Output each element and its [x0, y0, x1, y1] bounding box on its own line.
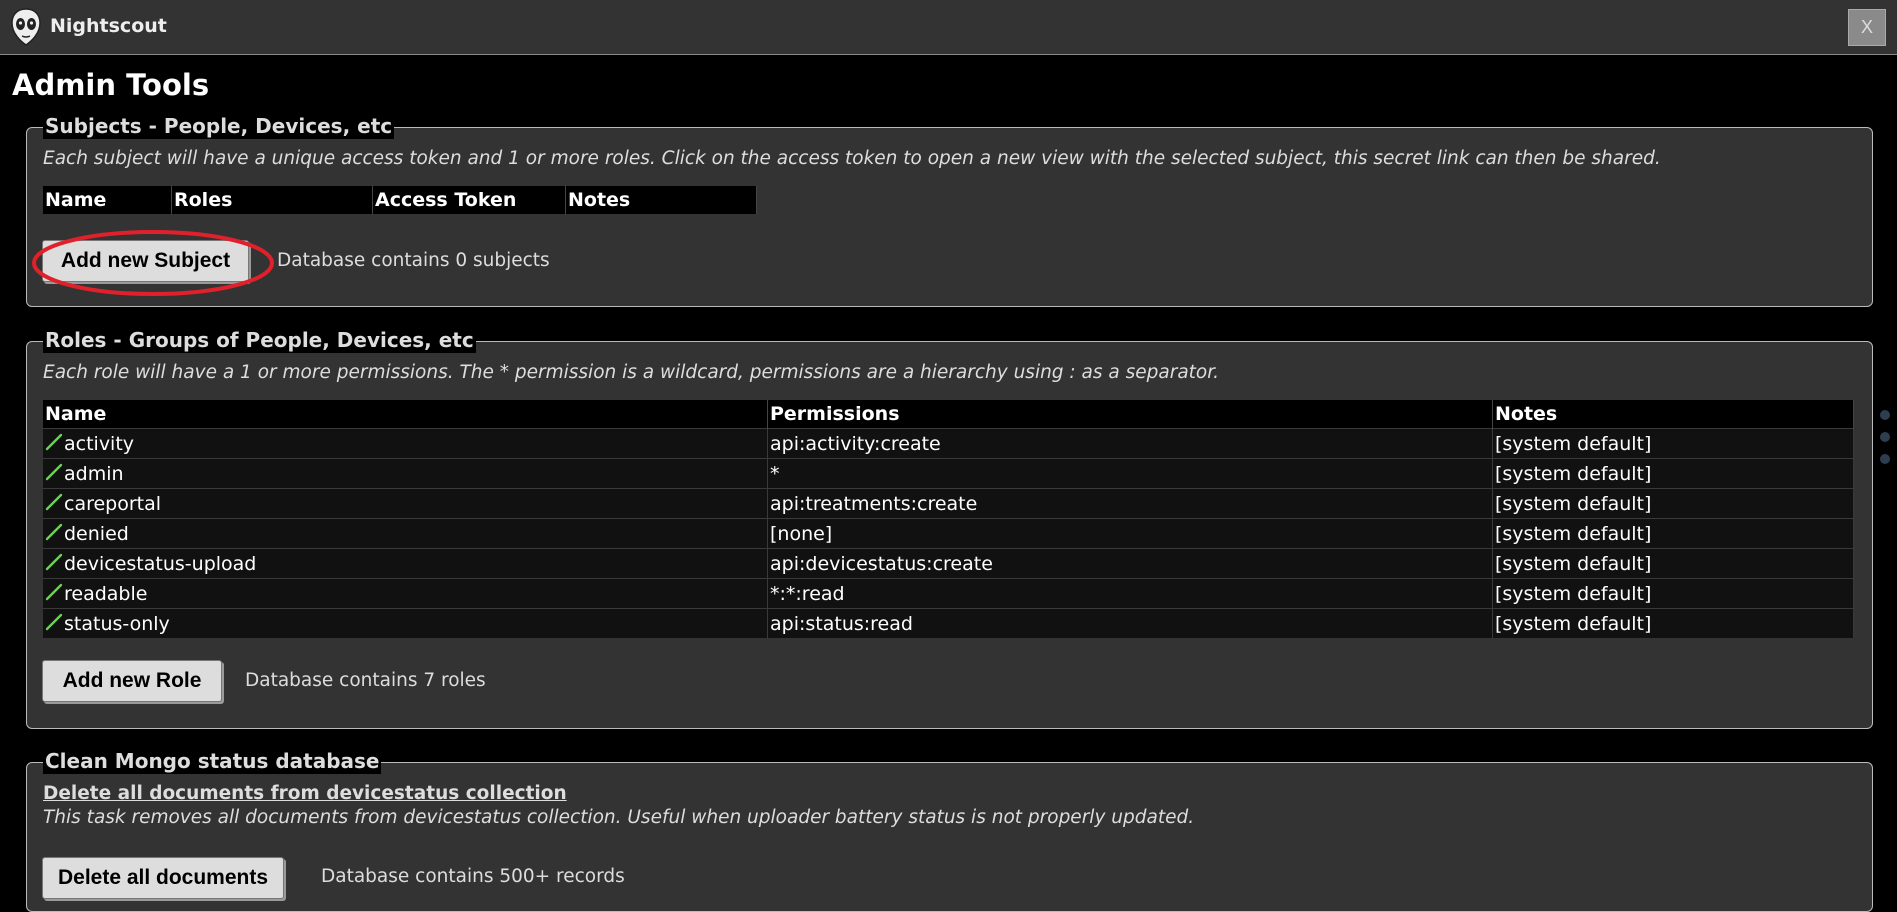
role-name-cell: activity: [43, 428, 768, 459]
role-name: devicestatus-upload: [64, 552, 257, 575]
role-permissions-cell: api:devicestatus:create: [767, 548, 1493, 579]
scroll-dot: [1880, 432, 1890, 442]
role-name-cell: readable: [43, 578, 768, 609]
app-title: Nightscout: [50, 15, 167, 37]
cleanup-description: This task removes all documents from dev…: [43, 807, 1195, 828]
roles-table: Name Permissions Notes activity api:activ…: [43, 400, 1854, 638]
role-notes-cell: [system default]: [1492, 518, 1854, 549]
cleanup-panel: Clean Mongo status database Delete all d…: [26, 748, 1873, 912]
roles-count: Database contains 7 roles: [245, 670, 486, 691]
delete-devicestatus-link[interactable]: Delete all documents from devicestatus c…: [43, 783, 567, 804]
role-row: status-only api:status:read [system defaul…: [43, 608, 1854, 638]
pencil-edit-icon[interactable]: [45, 463, 63, 481]
scroll-dot: [1880, 454, 1890, 464]
role-permissions-cell: *:*:read: [767, 578, 1493, 609]
role-permissions-cell: api:status:read: [767, 608, 1493, 638]
role-permissions-cell: *: [767, 458, 1493, 489]
column-header-name: Name: [43, 186, 172, 214]
role-name: careportal: [64, 492, 162, 515]
roles-description: Each role will have a 1 or more permissi…: [43, 362, 1220, 383]
roles-table-header: Name Permissions Notes: [43, 400, 1854, 429]
close-button[interactable]: X: [1848, 9, 1886, 46]
role-row: careportal api:treatments:create [system d…: [43, 488, 1854, 519]
column-header-name: Name: [43, 400, 768, 429]
role-notes-cell: [system default]: [1492, 578, 1854, 609]
role-name-cell: status-only: [43, 608, 768, 638]
role-name-cell: devicestatus-upload: [43, 548, 768, 579]
subjects-legend: Subjects - People, Devices, etc: [43, 113, 395, 139]
role-notes-cell: [system default]: [1492, 488, 1854, 519]
subjects-table-header: Name Roles Access Token Notes: [43, 186, 757, 214]
role-row: admin * [system default]: [43, 458, 1854, 489]
subjects-description: Each subject will have a unique access t…: [43, 148, 1661, 169]
role-row: activity api:activity:create [system defau…: [43, 428, 1854, 459]
role-name: status-only: [64, 612, 170, 635]
pencil-edit-icon[interactable]: [45, 583, 63, 601]
role-name-cell: denied: [43, 518, 768, 549]
role-permissions-cell: api:treatments:create: [767, 488, 1493, 519]
role-row: denied [none] [system default]: [43, 518, 1854, 549]
pencil-edit-icon[interactable]: [45, 433, 63, 451]
delete-all-documents-button[interactable]: Delete all documents: [42, 857, 284, 899]
role-permissions-cell: api:activity:create: [767, 428, 1493, 459]
pencil-edit-icon[interactable]: [45, 523, 63, 541]
scroll-dot: [1880, 410, 1890, 420]
role-notes-cell: [system default]: [1492, 458, 1854, 489]
role-notes-cell: [system default]: [1492, 548, 1854, 579]
page-title: Admin Tools: [12, 68, 210, 102]
column-header-access-token: Access Token: [372, 186, 566, 214]
pencil-edit-icon[interactable]: [45, 613, 63, 631]
role-row: devicestatus-upload api:devicestatus:crea…: [43, 548, 1854, 579]
column-header-permissions: Permissions: [767, 400, 1493, 429]
column-header-roles: Roles: [171, 186, 373, 214]
subjects-count: Database contains 0 subjects: [277, 250, 550, 271]
add-role-button[interactable]: Add new Role: [42, 660, 222, 702]
role-name: denied: [64, 522, 129, 545]
add-subject-button[interactable]: Add new Subject: [42, 240, 249, 282]
role-notes-cell: [system default]: [1492, 428, 1854, 459]
column-header-notes: Notes: [1492, 400, 1854, 429]
role-name: activity: [64, 432, 135, 455]
roles-legend: Roles - Groups of People, Devices, etc: [43, 327, 476, 353]
pencil-edit-icon[interactable]: [45, 553, 63, 571]
role-row: readable *:*:read [system default]: [43, 578, 1854, 609]
role-name: readable: [64, 582, 148, 605]
role-name-cell: admin: [43, 458, 768, 489]
role-notes-cell: [system default]: [1492, 608, 1854, 638]
scroll-dots-icon[interactable]: [1879, 408, 1893, 468]
role-name: admin: [64, 462, 124, 485]
role-name-cell: careportal: [43, 488, 768, 519]
role-permissions-cell: [none]: [767, 518, 1493, 549]
subjects-table: Name Roles Access Token Notes: [43, 186, 757, 214]
roles-panel: Roles - Groups of People, Devices, etc E…: [26, 327, 1873, 729]
cleanup-legend: Clean Mongo status database: [43, 748, 382, 774]
subjects-panel: Subjects - People, Devices, etc Each sub…: [26, 113, 1873, 307]
top-bar: Nightscout X: [0, 0, 1897, 55]
nightscout-alien-logo-icon: [11, 8, 41, 46]
pencil-edit-icon[interactable]: [45, 493, 63, 511]
column-header-notes: Notes: [565, 186, 757, 214]
